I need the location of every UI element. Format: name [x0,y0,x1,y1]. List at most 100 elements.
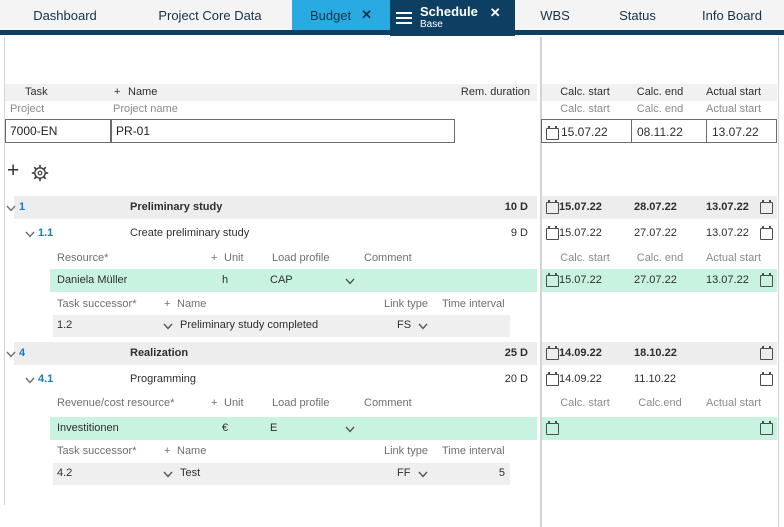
task-name[interactable]: Realization [130,347,188,359]
chevron-down-icon[interactable] [345,278,355,285]
successor-name[interactable]: Preliminary study completed [180,319,318,331]
successor-name[interactable]: Test [180,467,200,479]
calendar-icon[interactable] [760,372,773,386]
resource-row[interactable]: Daniela Müller h CAP 15.07.22 27.07.22 1… [0,269,784,292]
resource-calc-end[interactable]: 27.07.22 [634,274,686,286]
calendar-icon[interactable] [760,421,773,435]
task-row-1[interactable]: 1 Preliminary study 10 D 15.07.22 28.07.… [0,196,784,219]
add-column-icon[interactable]: + [164,298,170,310]
actual-start-subheader: Actual start [706,252,762,264]
name-col-header: Name [177,445,207,457]
chevron-down-icon[interactable] [418,471,428,478]
task-calc-end[interactable]: 11.10.22 [634,373,686,385]
resource-name[interactable]: Daniela Müller [57,274,127,286]
gear-icon[interactable] [31,164,49,182]
tab-budget-close-icon[interactable]: ✕ [361,7,372,23]
project-calc-end-value[interactable]: 08.11.22 [637,125,683,139]
resource-unit[interactable]: h [222,274,228,286]
revenue-load-profile[interactable]: E [270,422,277,434]
task-name[interactable]: Preliminary study [130,201,222,213]
task-duration[interactable]: 20 D [460,373,528,385]
revenue-row[interactable]: Investitionen € E [0,417,784,440]
add-column-icon[interactable]: + [114,86,120,98]
task-calc-end[interactable]: 18.10.22 [634,347,686,359]
calendar-icon[interactable] [546,226,559,240]
chevron-down-icon[interactable] [6,351,16,358]
chevron-down-icon[interactable] [6,205,16,212]
add-column-icon[interactable]: + [211,252,217,264]
successor-row[interactable]: 4.2 Test FF 5 [0,463,784,485]
task-number[interactable]: 1.1 [38,227,53,239]
resource-calc-start[interactable]: 15.07.22 [559,274,611,286]
tab-dashboard[interactable]: Dashboard [0,0,130,30]
calendar-icon[interactable] [546,273,559,287]
task-calc-start[interactable]: 15.07.22 [559,227,611,239]
calendar-icon[interactable] [546,200,559,214]
task-calc-start[interactable]: 14.09.22 [559,373,611,385]
task-number[interactable]: 1 [19,201,25,213]
calendar-icon[interactable] [546,421,559,435]
chevron-down-icon[interactable] [25,377,35,384]
project-name-input[interactable] [111,119,455,143]
resource-actual-start[interactable]: 13.07.22 [706,274,754,286]
task-actual-start[interactable]: 13.07.22 [706,201,754,213]
successor-link-type[interactable]: FS [397,319,411,331]
successor-id[interactable]: 4.2 [57,467,72,479]
tab-budget-label: Budget [309,7,352,23]
calendar-icon[interactable] [760,200,773,214]
chevron-down-icon[interactable] [418,323,428,330]
col-header-name[interactable]: Name [128,86,157,98]
calendar-icon[interactable] [546,346,559,360]
col-header-actual-start[interactable]: Actual start [706,86,761,98]
revenue-resource-name[interactable]: Investitionen [57,422,119,434]
tab-wbs[interactable]: WBS [515,0,595,30]
chevron-down-icon[interactable] [163,323,173,330]
task-calc-start[interactable]: 14.09.22 [559,347,611,359]
col-header-calc-start[interactable]: Calc. start [559,86,611,98]
successor-link-type[interactable]: FF [397,467,410,479]
task-number[interactable]: 4 [19,347,25,359]
tab-schedule-close-icon[interactable]: ✕ [490,5,501,21]
task-actual-start[interactable]: 13.07.22 [706,227,754,239]
task-calc-end[interactable]: 28.07.22 [634,201,686,213]
task-name[interactable]: Programming [130,373,196,385]
menu-icon[interactable] [396,9,412,27]
successor-id[interactable]: 1.2 [57,319,72,331]
task-row-1-1[interactable]: 1.1 Create preliminary study 9 D 15.07.2… [0,222,784,245]
revenue-unit[interactable]: € [222,422,228,434]
successor-time-interval[interactable]: 5 [440,467,505,479]
tab-status[interactable]: Status [595,0,680,30]
project-id-input[interactable] [5,119,111,143]
tab-project-core-data[interactable]: Project Core Data [130,0,290,30]
project-actual-start-value[interactable]: 13.07.22 [712,125,759,139]
chevron-down-icon[interactable] [345,426,355,433]
tab-schedule[interactable]: Schedule Base ✕ [390,0,515,36]
task-duration[interactable]: 25 D [460,347,528,359]
tab-budget[interactable]: Budget ✕ [292,0,390,30]
add-column-icon[interactable]: + [211,397,217,409]
resource-load-profile[interactable]: CAP [270,274,293,286]
calendar-icon[interactable] [546,372,559,386]
chevron-down-icon[interactable] [25,231,35,238]
calendar-icon[interactable] [760,346,773,360]
calendar-icon[interactable] [546,126,559,140]
calendar-icon[interactable] [760,226,773,240]
task-row-4-1[interactable]: 4.1 Programming 20 D 14.09.22 11.10.22 [0,368,784,391]
task-number[interactable]: 4.1 [38,373,53,385]
chevron-down-icon[interactable] [163,471,173,478]
successor-row[interactable]: 1.2 Preliminary study completed FS [0,315,784,337]
task-duration[interactable]: 10 D [460,201,528,213]
task-calc-end[interactable]: 27.07.22 [634,227,686,239]
calendar-icon[interactable] [760,273,773,287]
task-calc-start[interactable]: 15.07.22 [559,201,611,213]
task-duration[interactable]: 9 D [460,227,528,239]
col-header-rem-duration[interactable]: Rem. duration [438,86,530,98]
tab-info-board[interactable]: Info Board [680,0,784,30]
task-name[interactable]: Create preliminary study [130,227,249,239]
col-header-calc-end[interactable]: Calc. end [634,86,686,98]
task-row-4[interactable]: 4 Realization 25 D 14.09.22 18.10.22 [0,342,784,365]
add-task-button[interactable]: + [7,160,19,181]
project-calc-start-value[interactable]: 15.07.22 [561,125,608,139]
add-column-icon[interactable]: + [164,445,170,457]
col-header-task[interactable]: Task [25,86,48,98]
